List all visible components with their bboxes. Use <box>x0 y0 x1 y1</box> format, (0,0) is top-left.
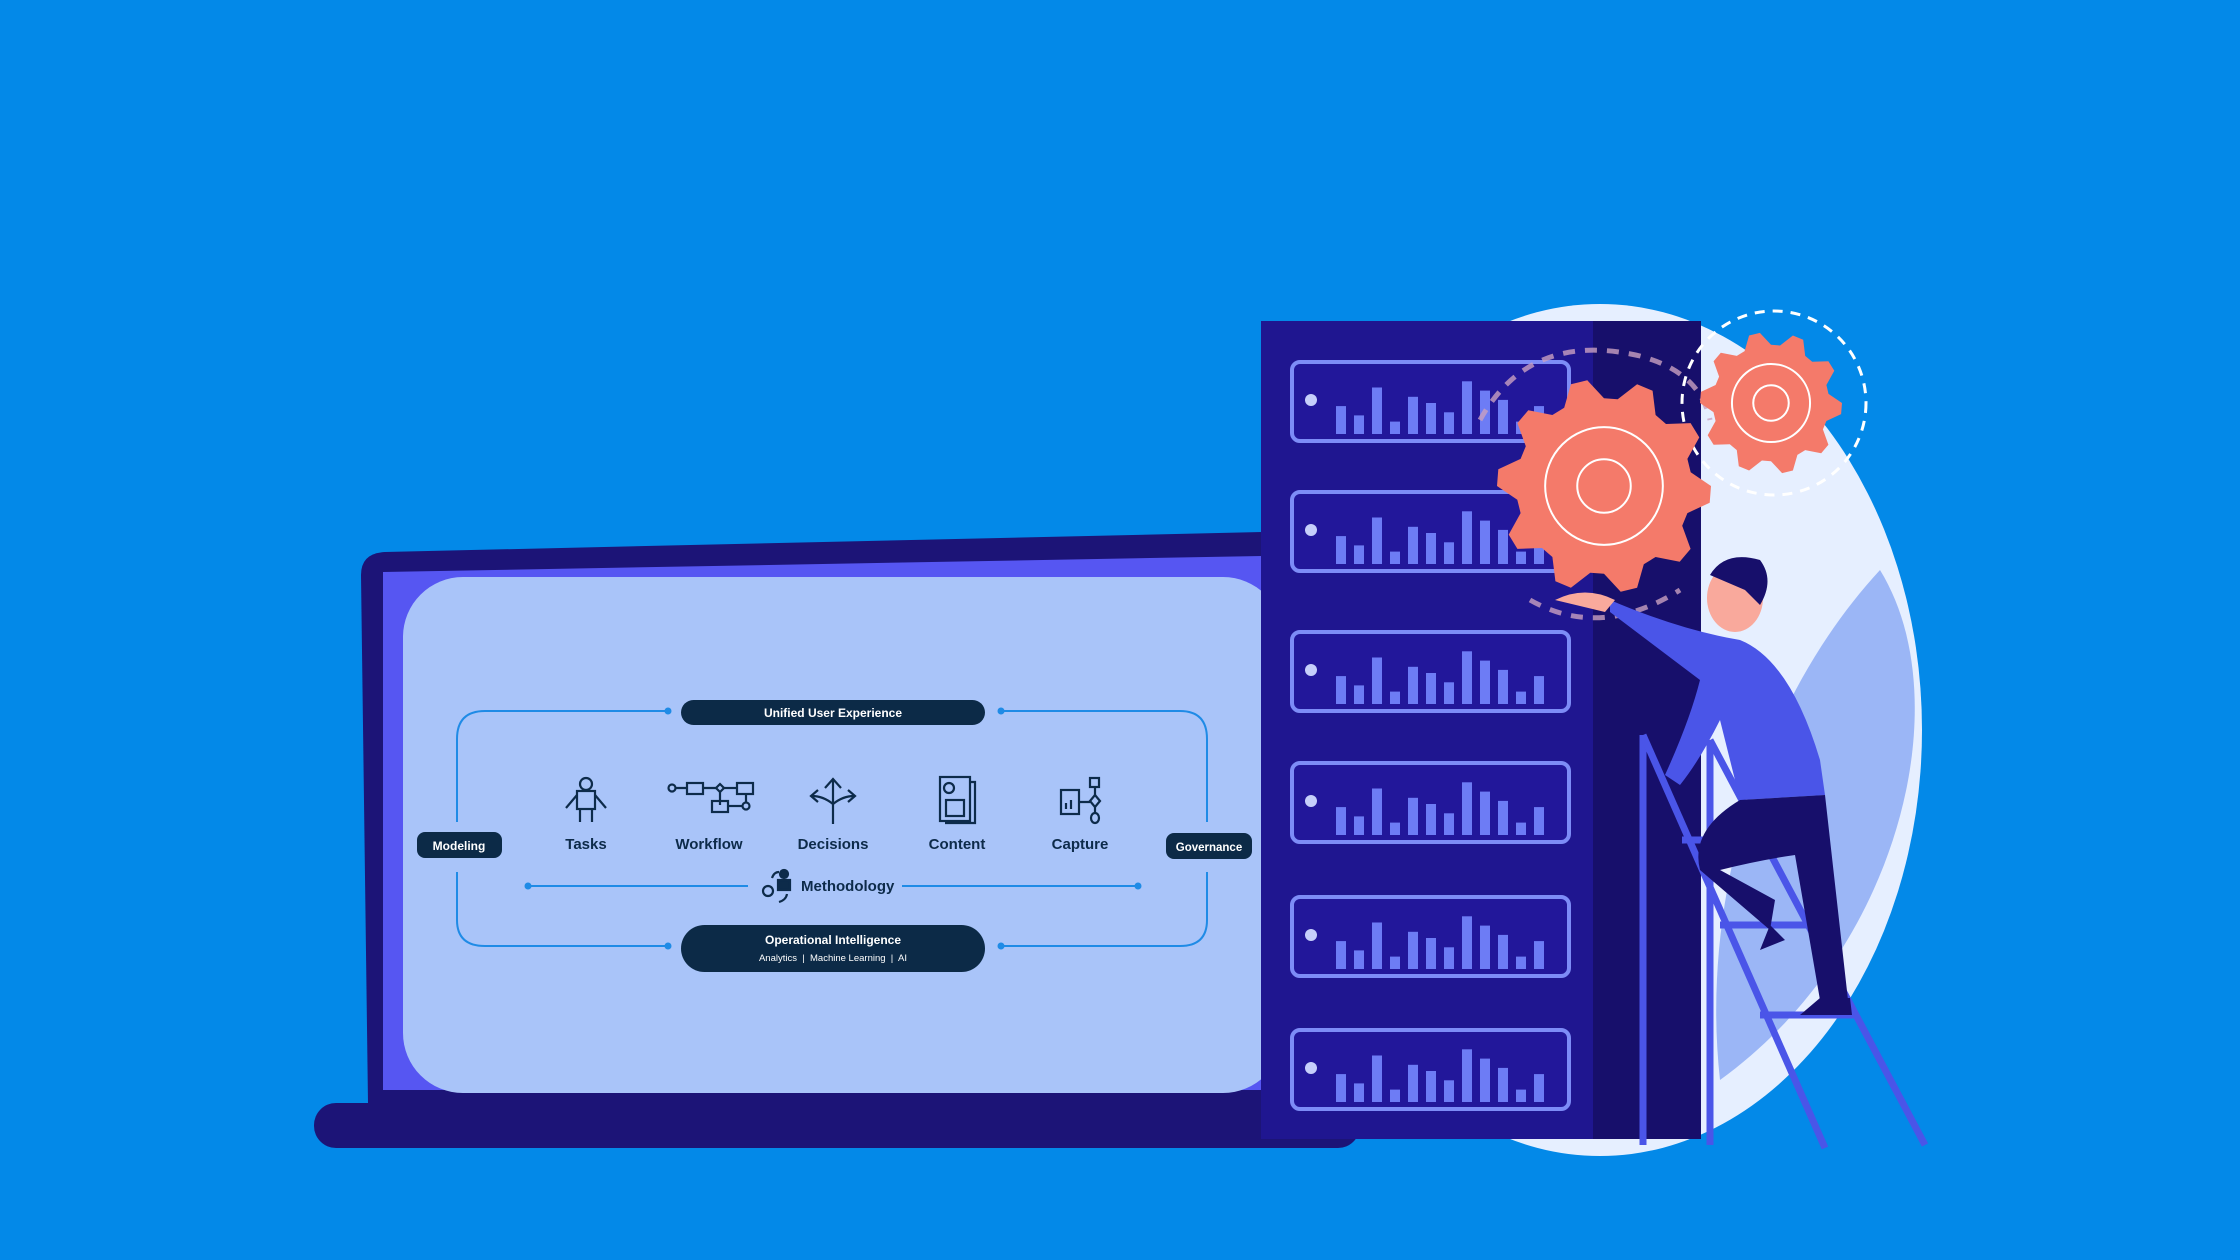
panel-bar <box>1426 673 1436 704</box>
panel-bar <box>1534 676 1544 704</box>
panel-bar <box>1390 956 1400 969</box>
governance-pill: Governance <box>1166 833 1252 859</box>
panel-bar <box>1516 1089 1526 1102</box>
panel-bar <box>1336 941 1346 969</box>
panel-bar <box>1426 533 1436 564</box>
panel-bar <box>1372 387 1382 434</box>
panel-bar <box>1534 941 1544 969</box>
status-light <box>1305 664 1317 676</box>
pill-label: Modeling <box>433 839 486 853</box>
panel-bar <box>1336 676 1346 704</box>
panel-bar <box>1390 1089 1400 1102</box>
status-light <box>1305 394 1317 406</box>
unified-user-experience-pill: Unified User Experience <box>681 700 985 725</box>
pill-title: Operational Intelligence <box>765 933 901 947</box>
pill-label: Unified User Experience <box>764 706 902 720</box>
panel-bar <box>1444 1080 1454 1102</box>
item-label-workflow: Workflow <box>675 836 743 853</box>
panel-bar <box>1480 925 1490 969</box>
panel-bar <box>1462 916 1472 969</box>
panel-bar <box>1354 816 1364 835</box>
panel-bar <box>1444 682 1454 704</box>
panel-bar <box>1354 1083 1364 1102</box>
panel-bar <box>1426 1071 1436 1102</box>
panel-bar <box>1426 804 1436 835</box>
panel-bar <box>1336 807 1346 835</box>
panel-bar <box>1444 412 1454 434</box>
panel-bar <box>1480 660 1490 704</box>
item-label-tasks: Tasks <box>565 836 606 853</box>
methodology-label: Methodology <box>801 878 895 895</box>
server-panel <box>1290 761 1571 844</box>
panel-bar <box>1354 545 1364 564</box>
panel-bar <box>1408 1064 1418 1102</box>
server-panel <box>1290 895 1571 978</box>
item-label-capture: Capture <box>1052 836 1109 853</box>
panel-bar <box>1372 788 1382 835</box>
panel-bar <box>1462 381 1472 434</box>
item-label-decisions: Decisions <box>798 836 869 853</box>
panel-bar <box>1462 782 1472 835</box>
panel-bar <box>1516 691 1526 704</box>
panel-bar <box>1444 542 1454 564</box>
panel-bar <box>1336 406 1346 434</box>
panel-bar <box>1336 1074 1346 1102</box>
pill-label: Governance <box>1176 842 1242 854</box>
pill-subtitle: Analytics | Machine Learning | AI <box>759 953 907 964</box>
panel-bar <box>1354 685 1364 704</box>
item-label-content: Content <box>929 836 986 853</box>
panel-bar <box>1390 691 1400 704</box>
panel-bar <box>1516 956 1526 969</box>
panel-bar <box>1480 1058 1490 1102</box>
panel-bar <box>1498 1067 1508 1102</box>
panel-bar <box>1426 938 1436 969</box>
panel-bar <box>1390 421 1400 434</box>
panel-bar <box>1390 551 1400 564</box>
screen-panel <box>403 577 1283 1093</box>
panel-bar <box>1498 669 1508 704</box>
panel-bar <box>1408 797 1418 835</box>
panel-bar <box>1498 934 1508 969</box>
panel-bar <box>1534 807 1544 835</box>
panel-bar <box>1480 520 1490 564</box>
panel-bar <box>1462 651 1472 704</box>
panel-bar <box>1516 551 1526 564</box>
panel-bar <box>1534 1074 1544 1102</box>
panel-bar <box>1408 526 1418 564</box>
panel-bar <box>1462 511 1472 564</box>
illustration: Unified User Experience Modeling Governa… <box>314 304 1929 1156</box>
status-light <box>1305 1062 1317 1074</box>
panel-bar <box>1516 822 1526 835</box>
panel-bar <box>1444 947 1454 969</box>
panel-bar <box>1498 399 1508 434</box>
panel-bar <box>1408 666 1418 704</box>
panel-bar <box>1498 800 1508 835</box>
panel-bar <box>1372 517 1382 564</box>
modeling-pill: Modeling <box>417 832 502 858</box>
panel-bar <box>1444 813 1454 835</box>
panel-bar <box>1390 822 1400 835</box>
panel-bar <box>1462 1049 1472 1102</box>
server-panel <box>1290 1028 1571 1111</box>
status-light <box>1305 795 1317 807</box>
panel-bar <box>1480 791 1490 835</box>
server-panel <box>1290 630 1571 713</box>
panel-bar <box>1372 1055 1382 1102</box>
panel-bar <box>1408 396 1418 434</box>
status-light <box>1305 929 1317 941</box>
panel-bar <box>1498 529 1508 564</box>
panel-bar <box>1354 415 1364 434</box>
panel-bar <box>1336 536 1346 564</box>
panel-bar <box>1372 922 1382 969</box>
operational-intelligence-pill: Operational Intelligence Analytics | Mac… <box>681 925 985 972</box>
panel-bar <box>1372 657 1382 704</box>
status-light <box>1305 524 1317 536</box>
panel-bar <box>1354 950 1364 969</box>
panel-bar <box>1408 931 1418 969</box>
panel-bar <box>1426 403 1436 434</box>
